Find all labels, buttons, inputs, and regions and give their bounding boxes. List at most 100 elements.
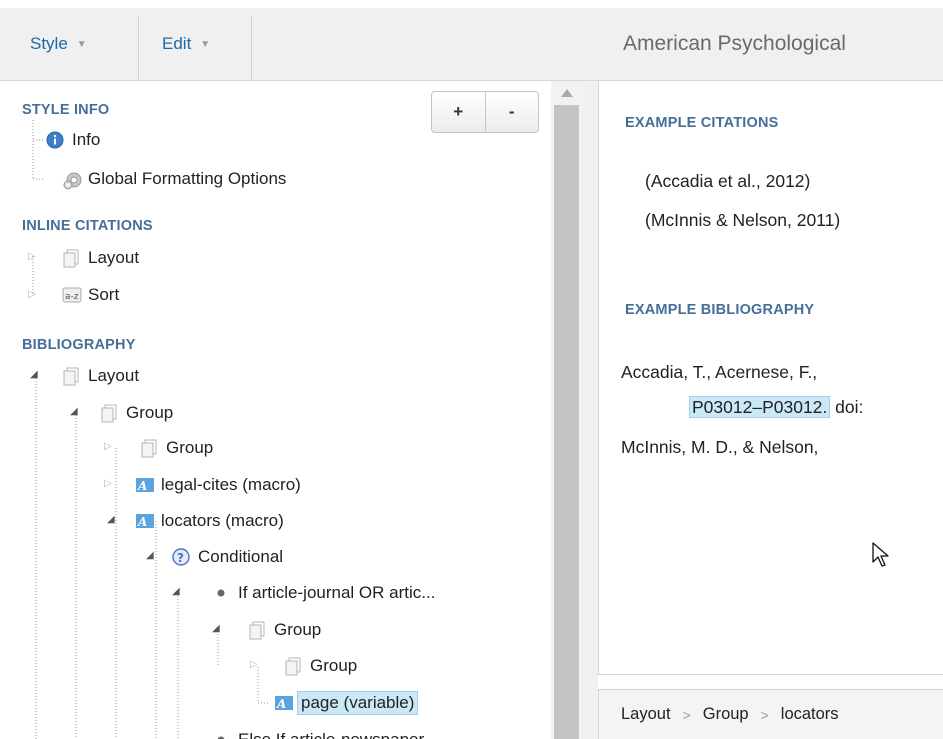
tree-item-legal-cites-macro[interactable]: A legal-cites (macro): [135, 471, 304, 499]
highlighted-pages[interactable]: P03012–P03012.: [689, 396, 831, 418]
tree-item-global-formatting[interactable]: Global Formatting Options: [62, 165, 289, 193]
tree-label: Group: [310, 656, 358, 675]
tree-item-inline-layout[interactable]: Layout: [62, 244, 142, 272]
breadcrumb-item[interactable]: locators: [781, 705, 839, 724]
bibliography-entry: McInnis, M. D., & Nelson,: [621, 437, 819, 457]
menu-bar: Style ▼ Edit ▼ American Psychological: [0, 8, 943, 81]
tree-item-conditional[interactable]: ? Conditional: [172, 543, 286, 571]
zoom-controls: + -: [431, 91, 539, 133]
collapse-button[interactable]: -: [484, 92, 539, 132]
sort-az-icon: a-z: [62, 286, 82, 304]
menu-divider: [251, 16, 252, 80]
collapse-arrow-icon[interactable]: ◢: [70, 406, 78, 417]
tree-item-group[interactable]: Group: [100, 399, 176, 427]
pages-icon: [248, 621, 266, 640]
tree-item-if-group[interactable]: Group: [248, 616, 324, 644]
example-citations-heading: EXAMPLE CITATIONS: [625, 115, 779, 131]
menu-divider: [138, 16, 139, 80]
tree-label: Layout: [88, 248, 140, 267]
section-heading-style-info: STYLE INFO: [22, 102, 110, 118]
tree-label: Conditional: [198, 547, 284, 566]
bullet-icon: [212, 731, 230, 739]
style-title: American Psychological: [623, 32, 846, 55]
pages-icon: [284, 657, 302, 676]
tree-item-if-group-inner[interactable]: Group: [284, 652, 360, 680]
chevron-down-icon: ▼: [200, 38, 211, 50]
doi-text: doi:: [830, 397, 864, 417]
splitter[interactable]: [582, 81, 598, 739]
collapse-arrow-icon[interactable]: ◢: [30, 369, 38, 380]
question-icon: ?: [172, 548, 190, 566]
tree-label: Group: [126, 403, 174, 422]
collapse-arrow-icon[interactable]: ◢: [107, 514, 115, 525]
breadcrumb-item[interactable]: Group: [703, 705, 749, 724]
chevron-down-icon: ▼: [76, 38, 87, 50]
pages-icon: [140, 439, 158, 458]
svg-text:a-z: a-z: [65, 292, 79, 302]
macro-icon: A: [135, 512, 154, 530]
tree-label: page (variable): [297, 691, 419, 715]
macro-icon: A: [274, 694, 293, 712]
tree-label: Sort: [88, 285, 120, 304]
tree-label: legal-cites (macro): [161, 475, 301, 494]
tree-item-page-variable[interactable]: A page (variable): [274, 689, 419, 717]
example-citation: (McInnis & Nelson, 2011): [645, 210, 841, 230]
breadcrumb: Layout > Group > locators: [598, 689, 943, 739]
edit-menu-button[interactable]: Edit ▼: [162, 8, 210, 80]
tree-item-group-inner[interactable]: Group: [140, 434, 216, 462]
tree-label: Global Formatting Options: [88, 169, 287, 188]
expand-arrow-icon[interactable]: ▷: [28, 289, 36, 300]
pages-icon: [62, 249, 80, 268]
tree-label: If article-journal OR artic...: [238, 583, 436, 602]
tree-label: Else If article-newspaper: [235, 729, 427, 739]
example-bibliography-heading: EXAMPLE BIBLIOGRAPHY: [625, 302, 815, 318]
section-heading-inline-citations: INLINE CITATIONS: [22, 218, 153, 234]
tree-item-inline-sort[interactable]: a-z Sort: [62, 281, 122, 309]
tree-label: locators (macro): [161, 511, 284, 530]
tree-scrollbar[interactable]: [551, 81, 582, 739]
tree-label: Group: [274, 620, 322, 639]
style-tree-panel: + - STYLE INFO Info Global Formatting Op…: [0, 81, 551, 739]
top-strip: [0, 0, 943, 8]
mouse-cursor-icon: [872, 542, 890, 573]
collapse-arrow-icon[interactable]: ◢: [146, 550, 154, 561]
section-heading-bibliography: BIBLIOGRAPHY: [22, 337, 136, 353]
pages-icon: [62, 367, 80, 386]
expand-arrow-icon[interactable]: ▷: [250, 659, 258, 670]
pages-icon: [100, 404, 118, 423]
tree-label: Info: [72, 130, 101, 149]
tree-item-if-article[interactable]: If article-journal OR artic...: [212, 579, 438, 607]
gear-icon: [62, 170, 82, 190]
edit-menu-label: Edit: [162, 34, 192, 53]
expand-arrow-icon[interactable]: ▷: [104, 478, 112, 489]
info-icon: [46, 131, 64, 149]
tree-item-info[interactable]: Info: [46, 126, 103, 154]
breadcrumb-item[interactable]: Layout: [621, 705, 671, 724]
preview-panel: EXAMPLE CITATIONS (Accadia et al., 2012)…: [598, 81, 943, 675]
bibliography-entry: Accadia, T., Acernese, F.,: [621, 362, 818, 382]
example-citation: (Accadia et al., 2012): [645, 171, 811, 191]
svg-text:A: A: [276, 697, 286, 711]
tree-label: Layout: [88, 366, 140, 385]
scroll-up-arrow-icon[interactable]: [561, 89, 573, 97]
bullet-icon: [212, 584, 230, 602]
tree-label: Group: [166, 438, 214, 457]
style-menu-label: Style: [30, 34, 68, 53]
collapse-arrow-icon[interactable]: ◢: [172, 586, 180, 597]
style-menu-button[interactable]: Style ▼: [30, 8, 87, 80]
macro-icon: A: [135, 476, 154, 494]
scroll-thumb[interactable]: [554, 105, 579, 739]
expand-button[interactable]: +: [432, 92, 485, 132]
breadcrumb-separator: >: [760, 706, 769, 723]
svg-text:?: ?: [177, 551, 184, 565]
breadcrumb-separator: >: [682, 706, 691, 723]
tree-item-locators-macro[interactable]: A locators (macro): [135, 507, 287, 535]
expand-arrow-icon[interactable]: ▷: [104, 441, 112, 452]
expand-arrow-icon[interactable]: ▷: [28, 251, 36, 262]
collapse-arrow-icon[interactable]: ◢: [212, 623, 220, 634]
tree-item-bib-layout[interactable]: Layout: [62, 362, 142, 390]
svg-text:A: A: [137, 515, 147, 529]
bibliography-entry-continuation: P03012–P03012. doi:: [689, 396, 864, 418]
svg-text:A: A: [137, 479, 147, 493]
tree-item-else-if[interactable]: Else If article-newspaper: [212, 726, 427, 739]
